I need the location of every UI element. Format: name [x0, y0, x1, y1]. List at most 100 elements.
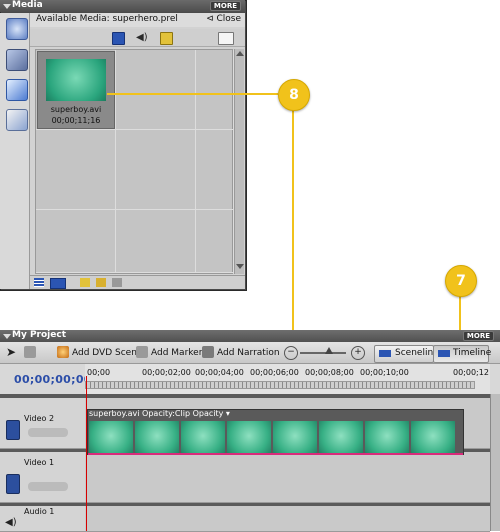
- track-controls[interactable]: [28, 428, 68, 437]
- current-timecode[interactable]: 00;00;00;00: [14, 373, 92, 386]
- track-name: Video 1: [24, 458, 55, 467]
- media-panel-title: Media: [12, 0, 43, 10]
- timeline-scrollbar[interactable]: [490, 394, 500, 531]
- thumbnail-view-icon[interactable]: [50, 278, 66, 289]
- zoom-slider[interactable]: [300, 352, 346, 354]
- scroll-up-icon[interactable]: [236, 51, 244, 56]
- video-track-icon: [6, 474, 20, 494]
- ruler-tick-label: 00;00;06;00: [250, 368, 299, 377]
- work-area-bar[interactable]: [85, 381, 475, 389]
- clip-thumbnail: [46, 59, 106, 101]
- playhead[interactable]: [86, 376, 87, 531]
- timeline-clip-title: superboy.avi Opacity:Clip Opacity ▾: [89, 409, 230, 418]
- close-arrow-icon: ⊲: [206, 14, 217, 24]
- clip-opacity-label[interactable]: Opacity:Clip Opacity: [142, 409, 223, 418]
- media-footer-bar: [30, 275, 245, 289]
- filter-video-icon[interactable]: [112, 32, 125, 45]
- microphone-icon[interactable]: [202, 346, 214, 358]
- zoom-in-icon[interactable]: +: [351, 346, 365, 360]
- timeline-button[interactable]: Timeline: [433, 345, 492, 363]
- filter-audio-icon[interactable]: ◀): [136, 32, 148, 43]
- callout-8-leader-horizontal: [107, 93, 278, 95]
- clip-name: superboy.avi: [50, 105, 102, 114]
- sceneline-button[interactable]: Sceneline: [374, 345, 439, 363]
- ruler-tick-label: 00;00: [87, 368, 111, 377]
- filter-image-icon[interactable]: [160, 32, 173, 45]
- project-more-button[interactable]: MORE: [462, 331, 494, 341]
- opacity-menu-arrow-icon[interactable]: ▾: [223, 409, 230, 418]
- list-view-icon[interactable]: [34, 278, 44, 287]
- grid-cell: [196, 50, 234, 130]
- folder-icon[interactable]: [96, 278, 106, 287]
- clip-frame: [365, 421, 409, 454]
- timeline-clip[interactable]: superboy.avi Opacity:Clip Opacity ▾: [87, 409, 464, 455]
- project-panel-header[interactable]: My Project MORE: [0, 330, 500, 342]
- new-folder-icon[interactable]: [80, 278, 90, 287]
- track-header-audio-1[interactable]: ◀) Audio 1: [0, 506, 85, 532]
- dvd-scene-icon[interactable]: [57, 346, 69, 358]
- speaker-icon: ◀): [5, 517, 17, 528]
- timeline-label: Timeline: [453, 348, 492, 358]
- ruler-tick-label: 00;00;10;00: [360, 368, 409, 377]
- track-header-video-1[interactable]: Video 1: [0, 452, 85, 503]
- media-sidebar: [0, 13, 30, 289]
- trash-icon[interactable]: [112, 278, 122, 287]
- close-button[interactable]: ⊲ Close: [206, 14, 241, 24]
- close-label: Close: [216, 14, 241, 24]
- media-more-button[interactable]: MORE: [209, 1, 241, 11]
- clip-duration: 00;00;11;16: [51, 116, 101, 125]
- add-narration-button[interactable]: Add Narration: [217, 348, 280, 358]
- timeline-clip-name: superboy.avi: [89, 409, 140, 418]
- time-ruler[interactable]: 00;00 00;00;02;00 00;00;04;00 00;00;06;0…: [85, 364, 490, 394]
- media-filter-bar: ◀): [30, 29, 245, 47]
- sceneline-icon: [379, 350, 391, 357]
- track-controls[interactable]: [28, 482, 68, 491]
- marker-icon[interactable]: [136, 346, 148, 358]
- zoom-slider-thumb[interactable]: [325, 347, 333, 354]
- media-scrollbar[interactable]: [234, 49, 244, 274]
- grid-cell: [116, 50, 196, 130]
- clip-frame: [89, 421, 133, 454]
- organize-media-icon[interactable]: [6, 18, 28, 40]
- available-media-label: Available Media: superhero.prel: [36, 14, 178, 24]
- selection-tool-icon[interactable]: ➤: [6, 346, 18, 358]
- track-header-video-2[interactable]: Video 2: [0, 398, 85, 449]
- create-disc-menu-icon[interactable]: [6, 79, 28, 101]
- clip-frame: [319, 421, 363, 454]
- clip-frame: [135, 421, 179, 454]
- track-name: Video 2: [24, 414, 55, 423]
- available-media-bar: Available Media: superhero.prel ⊲ Close: [30, 13, 245, 27]
- time-stretch-tool-icon[interactable]: [24, 346, 36, 358]
- grid-cell: [36, 210, 116, 273]
- media-panel-header[interactable]: Media MORE: [0, 0, 245, 12]
- clip-opacity-line: [88, 453, 463, 455]
- project-toolbar: ➤ Add DVD Scene Add Marker Add Narration…: [0, 342, 500, 364]
- grid-cell: [116, 130, 196, 210]
- clip-frame: [411, 421, 455, 454]
- ruler-tick-label: 00;00;02;00: [142, 368, 191, 377]
- track-name: Audio 1: [24, 507, 55, 516]
- media-clip-item[interactable]: superboy.avi 00;00;11;16: [37, 51, 115, 129]
- collapse-triangle-icon[interactable]: [3, 4, 11, 9]
- ruler-tick-label: 00;00;04;00: [195, 368, 244, 377]
- scroll-down-icon[interactable]: [236, 264, 244, 269]
- callout-7: 7: [445, 265, 477, 297]
- ruler-tick-label: 00;00;08;00: [305, 368, 354, 377]
- grid-cell: [116, 210, 196, 273]
- zoom-out-icon[interactable]: −: [284, 346, 298, 360]
- film-edit-icon[interactable]: [6, 49, 28, 71]
- grid-cell: [196, 210, 234, 273]
- ruler-tick-label: 00;00;12: [453, 368, 489, 377]
- track-area-video-1[interactable]: [85, 452, 490, 503]
- clip-frame: [181, 421, 225, 454]
- media-thumbnail-grid: superboy.avi 00;00;11;16: [35, 49, 234, 274]
- track-area-audio-1[interactable]: [85, 506, 490, 532]
- grid-cell: [196, 130, 234, 210]
- add-dvd-scene-button[interactable]: Add DVD Scene: [72, 348, 142, 358]
- project-collapse-triangle-icon[interactable]: [3, 334, 11, 339]
- new-item-menu-icon[interactable]: [218, 32, 234, 45]
- clip-frame: [227, 421, 271, 454]
- project-panel-title: My Project: [12, 330, 66, 340]
- add-marker-button[interactable]: Add Marker: [151, 348, 202, 358]
- share-output-icon[interactable]: [6, 109, 28, 131]
